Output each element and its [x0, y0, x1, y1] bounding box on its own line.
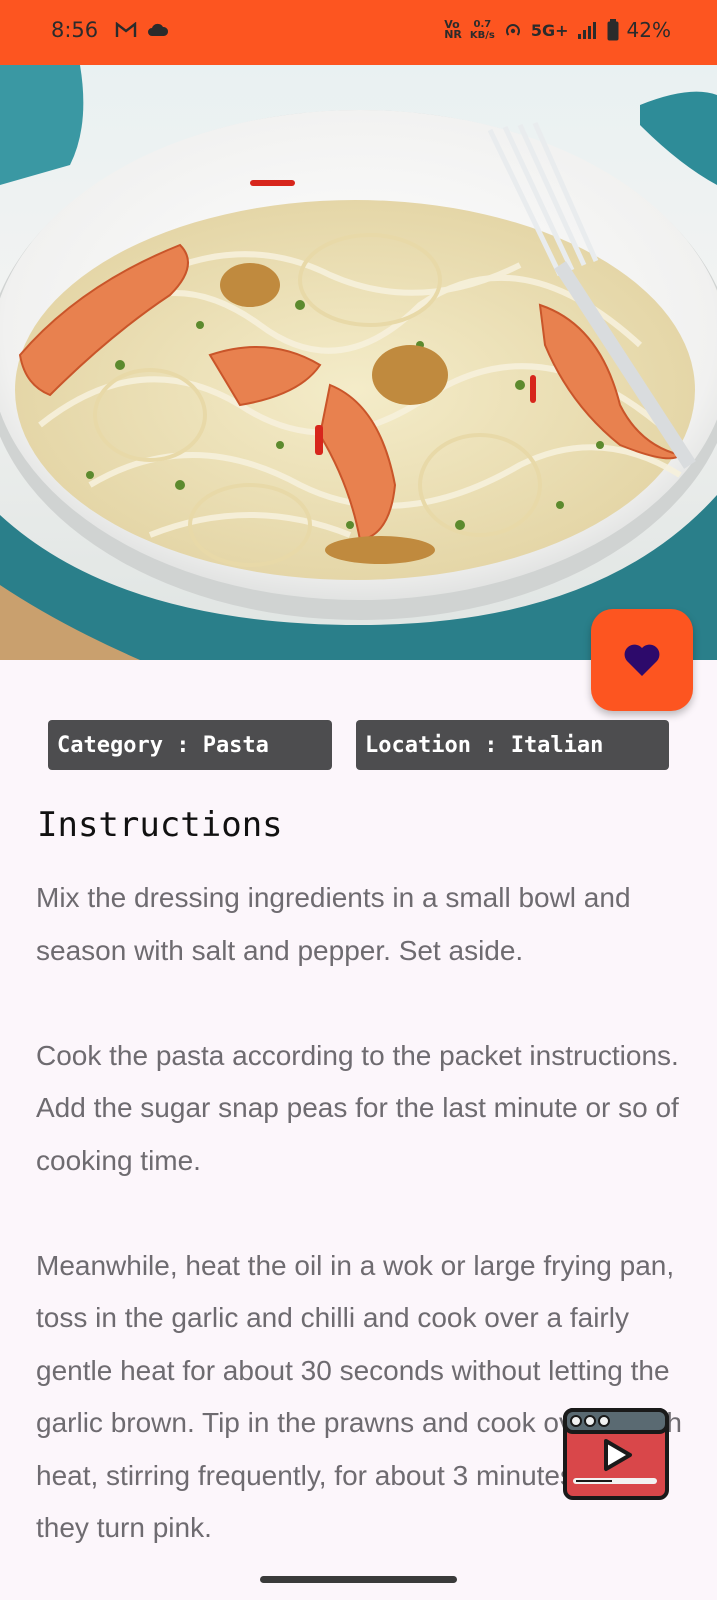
- status-right-icons: Vo NR 0.7 KB/s 5G+ 42%: [444, 18, 671, 42]
- status-left-icons: [115, 22, 169, 38]
- video-button[interactable]: [562, 1407, 670, 1501]
- net-speed: 0.7 KB/s: [469, 19, 495, 41]
- battery-percent: 42%: [626, 18, 671, 42]
- cloud-icon: [148, 23, 169, 36]
- favorite-button[interactable]: [591, 609, 693, 711]
- battery-icon: [607, 19, 619, 41]
- signal-icon: [577, 22, 596, 39]
- instructions-heading: Instructions: [37, 805, 283, 845]
- network-type: 5G+: [530, 20, 569, 40]
- hotspot-icon: [505, 24, 520, 36]
- location-chip: Location : Italian: [356, 720, 669, 770]
- video-player-icon: [563, 1408, 669, 1500]
- gmail-icon: [115, 22, 137, 37]
- heart-icon: [624, 644, 660, 676]
- recipe-image: [0, 65, 717, 660]
- status-bar: 8:56 Vo NR 0.7 KB/s 5G+ 42%: [0, 0, 717, 65]
- home-indicator[interactable]: [260, 1576, 457, 1583]
- status-time: 8:56: [51, 18, 99, 42]
- volte-icon: Vo NR: [444, 18, 462, 41]
- category-chip: Category : Pasta: [48, 720, 332, 770]
